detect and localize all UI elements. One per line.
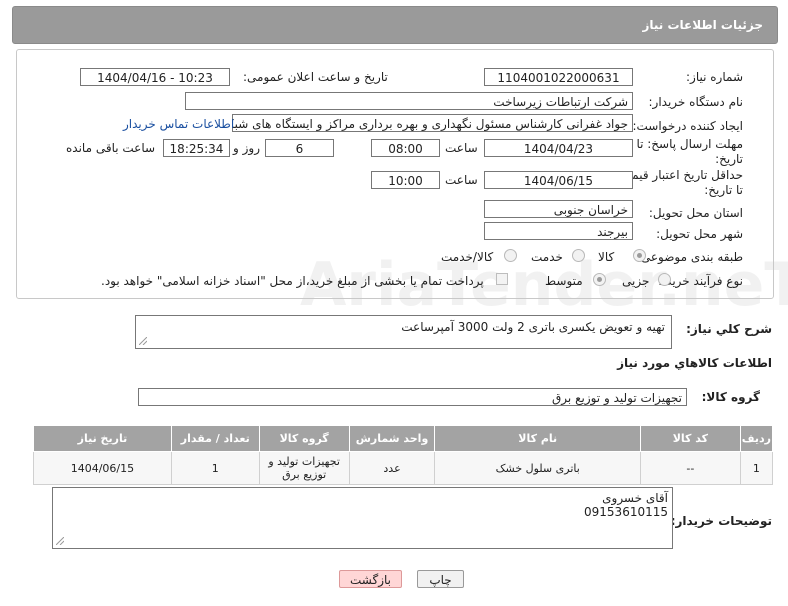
process-label: نوع فرآیند خرید : — [658, 274, 743, 288]
need-number-label: شماره نیاز: — [686, 70, 743, 84]
category-label: طبقه بندی موضوعی: — [636, 250, 743, 264]
column-header-group: گروه کالا — [258, 425, 350, 452]
cell-unit: عدد — [348, 451, 436, 485]
cell-quantity: 1 — [170, 451, 260, 485]
days-label: روز و — [233, 141, 260, 155]
column-header-need-date: تاریخ نیاز — [33, 425, 172, 452]
cell-item-code: -- — [640, 451, 741, 485]
cell-need-date: 1404/06/15 — [33, 451, 172, 485]
validity-date-field: 1404/06/15 — [484, 171, 633, 189]
buyer-contact-link[interactable]: اطلاعات تماس خریدار — [123, 117, 234, 131]
back-button[interactable]: بازگشت — [339, 570, 402, 588]
column-header-quantity: تعداد / مقدار — [170, 425, 260, 452]
column-header-item-name: نام کالا — [434, 425, 641, 452]
buyer-notes-line-1: آقای خسروی — [602, 491, 668, 505]
column-header-item-code: کد کالا — [640, 425, 741, 452]
category-radio-goods[interactable] — [633, 249, 646, 262]
description-textarea[interactable]: تهیه و تعویض یکسری باتری 2 ولت 3000 آمپر… — [135, 315, 672, 349]
creator-label: ایجاد کننده درخواست: — [632, 119, 743, 133]
cell-group: تجهیزات تولید و توزیع برق — [258, 451, 350, 485]
process-option-medium: متوسط — [545, 274, 583, 288]
buyer-notes-textarea[interactable]: آقای خسروی 09153610115 — [52, 487, 673, 549]
validity-time-label: ساعت — [445, 173, 478, 187]
buyer-notes-label: توضیحات خریدار: — [670, 514, 772, 528]
announce-field: 1404/04/16 - 10:23 — [80, 68, 230, 86]
print-button[interactable]: چاپ — [417, 570, 464, 588]
page-header: جزئیات اطلاعات نیاز — [12, 6, 778, 44]
description-text: تهیه و تعویض یکسری باتری 2 ولت 3000 آمپر… — [401, 320, 665, 334]
city-field: بیرجند — [484, 222, 633, 240]
page-title: جزئیات اطلاعات نیاز — [642, 18, 763, 32]
validity-label-2: تا تاریخ: — [704, 183, 743, 197]
buyer-org-field: شرکت ارتباطات زیرساخت — [185, 92, 633, 110]
table-header-row: ردیف کد کالا نام کالا واحد شمارش گروه کا… — [33, 425, 774, 452]
category-option-goods: کالا — [598, 250, 615, 264]
province-field: خراسان جنوبی — [484, 200, 633, 218]
process-option-minor: جزیی — [622, 274, 650, 288]
goods-info-title: اطلاعات کالاهاي مورد نياز — [617, 356, 772, 370]
deadline-time-label: ساعت — [445, 141, 478, 155]
treasury-payment-checkbox[interactable] — [496, 273, 508, 285]
deadline-label-1: مهلت ارسال پاسخ: تا — [636, 137, 743, 151]
validity-time-field: 10:00 — [371, 171, 440, 189]
cell-item-name: باتری سلول خشک — [434, 451, 641, 485]
cell-row-number: 1 — [739, 451, 774, 485]
days-remaining-field: 6 — [265, 139, 334, 157]
province-label: استان محل تحویل: — [648, 206, 743, 220]
buyer-org-label: نام دستگاه خریدار: — [648, 95, 744, 109]
remaining-time-field: 18:25:34 — [163, 139, 230, 157]
deadline-date-field: 1404/04/23 — [484, 139, 633, 157]
category-option-service: خدمت — [531, 250, 563, 264]
column-header-row-number: ردیف — [739, 425, 774, 452]
items-table: ردیف کد کالا نام کالا واحد شمارش گروه کا… — [33, 425, 774, 485]
city-label: شهر محل تحویل: — [656, 227, 743, 241]
deadline-time-field: 08:00 — [371, 139, 440, 157]
description-label: شرح کلي نياز: — [686, 322, 772, 336]
creator-field: جواد غفرانی کارشناس مسئول نگهداری و بهره… — [232, 114, 633, 132]
column-header-unit: واحد شمارش — [348, 425, 436, 452]
announce-label: تاریخ و ساعت اعلان عمومی: — [243, 70, 388, 84]
validity-label-1: حداقل تاریخ اعتبار قیمت: — [616, 168, 743, 182]
resize-handle-icon[interactable] — [139, 337, 147, 345]
category-radio-service[interactable] — [572, 249, 585, 262]
category-radio-both[interactable] — [504, 249, 517, 262]
need-number-field: 1104001022000631 — [484, 68, 633, 86]
category-option-both: کالا/خدمت — [441, 250, 494, 264]
deadline-label-2: تاریخ: — [715, 152, 743, 166]
goods-group-field: تجهیزات تولید و توزیع برق — [138, 388, 687, 406]
resize-handle-icon[interactable] — [56, 537, 64, 545]
process-radio-medium[interactable] — [593, 273, 606, 286]
treasury-payment-note: پرداخت تمام یا بخشی از مبلغ خرید،از محل … — [101, 274, 484, 288]
goods-group-label: گروه کالا: — [701, 390, 760, 404]
buyer-notes-line-2: 09153610115 — [584, 505, 668, 519]
table-row: 1 -- باتری سلول خشک عدد تجهیزات تولید و … — [33, 451, 774, 485]
remaining-time-label: ساعت باقی مانده — [66, 141, 156, 155]
process-radio-minor[interactable] — [658, 273, 671, 286]
